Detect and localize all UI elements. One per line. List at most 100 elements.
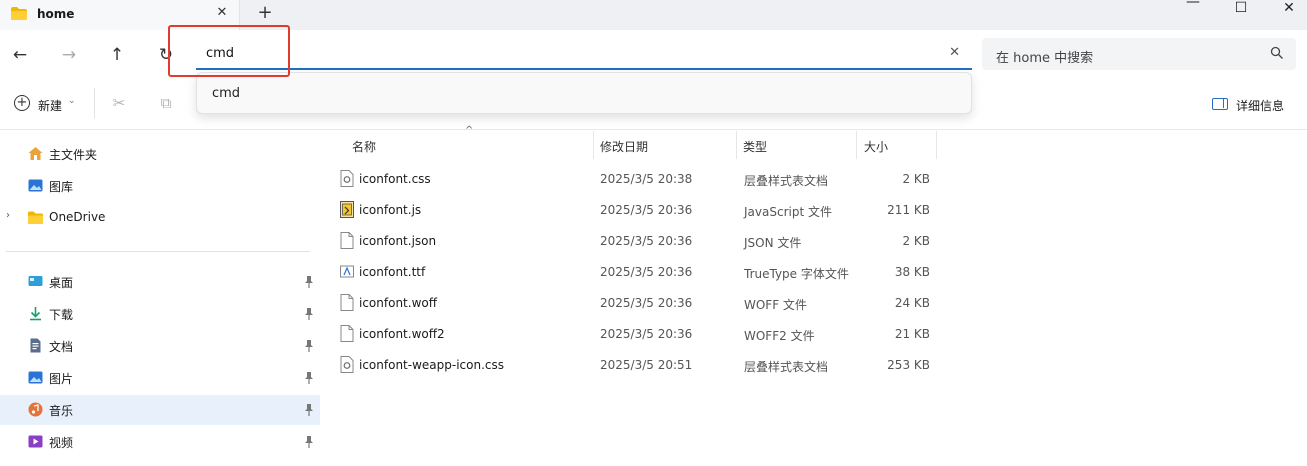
folder-icon [28, 211, 43, 224]
sidebar-item-documents[interactable]: 文档 [0, 331, 320, 361]
up-button[interactable]: ↑ [105, 43, 129, 67]
file-modified: 2025/3/5 20:38 [600, 172, 693, 186]
file-name: iconfont.css [359, 172, 431, 186]
document-icon [30, 338, 41, 353]
suggestion-item[interactable]: cmd [212, 86, 240, 101]
table-row[interactable]: iconfont.json 2025/3/5 20:36 JSON 文件 2 K… [334, 226, 944, 257]
sidebar-item-home[interactable]: 主文件夹 [0, 139, 320, 169]
file-name: iconfont.woff2 [359, 327, 445, 341]
sidebar-item-label: 文档 [49, 340, 74, 354]
gallery-icon [28, 179, 43, 192]
file-name: iconfont.woff [359, 296, 437, 310]
sidebar-item-label: 视频 [49, 436, 74, 450]
file-modified: 2025/3/5 20:51 [600, 358, 693, 372]
back-button[interactable]: ← [8, 43, 32, 67]
js-file-icon [340, 201, 354, 218]
sidebar-item-gallery[interactable]: 图库 [0, 171, 320, 201]
file-type: WOFF 文件 [744, 298, 807, 312]
column-header-type[interactable]: 类型 [735, 131, 855, 159]
file-name: iconfont.json [359, 234, 437, 248]
highlight-annotation [168, 25, 290, 77]
forward-button[interactable]: → [57, 43, 81, 67]
table-row[interactable]: iconfont.woff2 2025/3/5 20:36 WOFF2 文件 2… [334, 319, 944, 350]
column-divider[interactable] [936, 131, 937, 159]
file-name: iconfont.ttf [359, 265, 426, 279]
sidebar-item-label: 下载 [49, 308, 74, 322]
sidebar-item-pictures[interactable]: 图片 [0, 363, 320, 393]
cut-icon[interactable]: ✂ [110, 94, 128, 112]
column-label: 类型 [743, 140, 768, 154]
table-row[interactable]: iconfont.woff 2025/3/5 20:36 WOFF 文件 24 … [334, 288, 944, 319]
pin-icon[interactable] [302, 403, 316, 417]
chevron-down-icon: ⌄ [68, 96, 76, 106]
file-name: iconfont.js [359, 203, 422, 217]
sidebar-item-music[interactable]: 音乐 [0, 395, 320, 425]
desktop-icon [28, 276, 43, 286]
navigation-pane: 主文件夹 图库 › OneDrive 桌面 下载 文档 图片 音乐 视频 [0, 131, 320, 466]
address-bar[interactable]: cmd ✕ [196, 38, 972, 70]
font-file-icon [340, 265, 354, 278]
column-label: 名称 [352, 140, 377, 154]
file-size: 211 KB [887, 203, 930, 217]
sidebar-divider [6, 251, 310, 252]
new-label: 新建 [38, 99, 63, 113]
file-type: JavaScript 文件 [744, 205, 832, 219]
file-size: 24 KB [894, 296, 930, 310]
file-type: 层叠样式表文档 [744, 360, 829, 374]
column-header-modified[interactable]: 修改日期 [592, 131, 736, 159]
file-icon [340, 294, 354, 311]
file-modified: 2025/3/5 20:36 [600, 234, 693, 248]
column-header-name[interactable]: 名称 [344, 131, 594, 159]
pin-icon[interactable] [302, 307, 316, 321]
file-size: 2 KB [902, 172, 930, 186]
pin-icon[interactable] [302, 275, 316, 289]
search-input[interactable]: 在 home 中搜索 [996, 47, 1093, 66]
sidebar-item-desktop[interactable]: 桌面 [0, 267, 320, 297]
video-icon [28, 435, 43, 448]
details-pane-icon [1212, 98, 1228, 110]
tab-close-icon[interactable]: ✕ [214, 5, 230, 21]
column-header-size[interactable]: 大小 [856, 131, 936, 159]
column-label: 大小 [864, 140, 889, 154]
close-window-button[interactable]: ✕ [1266, 0, 1307, 16]
new-tab-button[interactable]: + [256, 3, 274, 23]
pin-icon[interactable] [302, 435, 316, 449]
file-type: WOFF2 文件 [744, 329, 815, 343]
file-modified: 2025/3/5 20:36 [600, 265, 693, 279]
sidebar-item-label: 图片 [49, 372, 74, 386]
folder-icon [11, 7, 27, 20]
divider [94, 88, 95, 118]
minimize-button[interactable]: — [1170, 0, 1216, 10]
file-type: 层叠样式表文档 [744, 174, 829, 188]
clear-icon[interactable]: ✕ [949, 45, 960, 60]
sidebar-item-label: OneDrive [49, 210, 106, 224]
sidebar-item-label: 桌面 [49, 276, 74, 290]
file-type: TrueType 字体文件 [744, 267, 849, 281]
address-suggestions: cmd [196, 72, 972, 114]
pin-icon[interactable] [302, 371, 316, 385]
file-modified: 2025/3/5 20:36 [600, 203, 693, 217]
css-file-icon [340, 170, 354, 187]
sidebar-item-onedrive[interactable]: › OneDrive [0, 203, 320, 233]
file-modified: 2025/3/5 20:36 [600, 327, 693, 341]
pictures-icon [28, 371, 43, 384]
pin-icon[interactable] [302, 339, 316, 353]
maximize-button[interactable]: ☐ [1218, 0, 1264, 16]
table-row[interactable]: iconfont.js 2025/3/5 20:36 JavaScript 文件… [334, 195, 944, 226]
file-icon [340, 232, 354, 249]
sidebar-item-downloads[interactable]: 下载 [0, 299, 320, 329]
table-row[interactable]: iconfont-weapp-icon.css 2025/3/5 20:51 层… [334, 350, 944, 381]
table-row[interactable]: iconfont.ttf 2025/3/5 20:36 TrueType 字体文… [334, 257, 944, 288]
search-box[interactable]: 在 home 中搜索 [982, 38, 1296, 70]
table-row[interactable]: iconfont.css 2025/3/5 20:38 层叠样式表文档 2 KB [334, 164, 944, 195]
file-modified: 2025/3/5 20:36 [600, 296, 693, 310]
sidebar-item-videos[interactable]: 视频 [0, 427, 320, 457]
search-icon[interactable] [1270, 46, 1284, 60]
file-size: 38 KB [894, 265, 930, 279]
chevron-right-icon[interactable]: › [6, 210, 10, 221]
file-type: JSON 文件 [744, 236, 802, 250]
download-icon [30, 307, 41, 321]
copy-icon[interactable]: ⧉ [157, 94, 175, 112]
file-list: ^ 名称 修改日期 类型 大小 iconfont.css 2025/3/5 20… [320, 125, 1307, 466]
file-icon [340, 325, 354, 342]
